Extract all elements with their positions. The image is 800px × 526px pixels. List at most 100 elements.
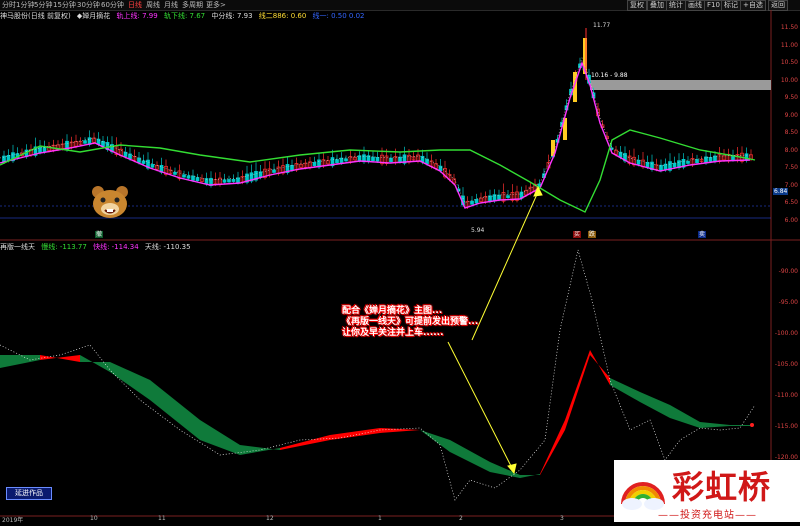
- candle-body: [182, 174, 186, 178]
- candle-body: [173, 171, 177, 175]
- bear-mascot-icon: [92, 186, 128, 218]
- candle-body: [128, 153, 132, 160]
- range-label: 10.16 - 9.88: [591, 72, 628, 79]
- candle-body: [389, 157, 393, 163]
- indicator-y-tick: -105.00: [774, 361, 798, 368]
- indicator-band: [610, 378, 640, 402]
- candle-body: [339, 157, 344, 164]
- rainbow-bridge-logo: 彩虹桥 ——投资充电站——: [614, 460, 800, 522]
- main-y-tick: 10.00: [780, 76, 798, 84]
- signal-marker-2: 买: [573, 231, 582, 238]
- annotation-line-2: 《再版一线天》可提前发出预警...: [342, 317, 479, 327]
- candle-body: [141, 160, 146, 164]
- x-tick: 2: [459, 515, 463, 522]
- candle-body: [474, 198, 479, 204]
- candle-body: [290, 164, 294, 171]
- annotation-line-1: 配合《婵月摘花》主图...: [342, 306, 443, 316]
- current-price-tag: 6.84: [773, 188, 789, 195]
- main-y-tick: 6.50: [784, 199, 798, 206]
- candle-body: [38, 147, 42, 153]
- current-point: [750, 423, 754, 427]
- high-price-label: 11.77: [593, 22, 611, 29]
- x-tick: 11: [158, 515, 166, 522]
- indicator-band: [110, 362, 150, 400]
- main-y-tick: 9.00: [784, 111, 798, 119]
- resistance-band: [590, 80, 771, 90]
- candle-body: [137, 157, 141, 163]
- indicator-band: [150, 380, 200, 440]
- main-y-tick: 8.50: [784, 129, 798, 136]
- candle-body: [272, 169, 276, 173]
- candle-body: [375, 157, 380, 162]
- indicator-band: [0, 355, 40, 368]
- x-tick: 10: [90, 515, 98, 522]
- candle-body: [506, 195, 510, 198]
- x-tick: 1: [378, 515, 382, 522]
- candle-body: [83, 140, 87, 144]
- main-y-tick: 6.00: [784, 216, 798, 224]
- candle-body: [398, 156, 402, 162]
- candle-body: [231, 178, 236, 182]
- indicator-band: [670, 405, 700, 428]
- candle-body: [357, 155, 362, 161]
- indicator-y-tick: -110.00: [774, 392, 798, 399]
- indicator-band: [590, 350, 610, 385]
- indicator-y-tick: -95.00: [778, 299, 798, 306]
- candle-body: [686, 161, 690, 164]
- candle-body: [191, 175, 195, 181]
- logo-title: 彩虹桥: [672, 468, 772, 506]
- x-tick: 2019年: [2, 517, 24, 524]
- indicator-band: [330, 428, 380, 440]
- signal-marker-3: 跌: [588, 231, 597, 238]
- candle-body: [708, 157, 713, 162]
- candle-body: [195, 177, 200, 182]
- indicator-band: [700, 422, 730, 428]
- x-tick: 3: [560, 515, 564, 522]
- main-y-tick: 8.00: [784, 146, 798, 154]
- indicator-band: [380, 428, 420, 433]
- indicator-band: [80, 355, 110, 372]
- dotted-midline: [0, 57, 751, 204]
- indicator-band: [565, 350, 590, 430]
- author-badge[interactable]: 延迸作品: [6, 487, 52, 500]
- x-tick: 12: [266, 515, 274, 522]
- signal-marker-4: 卖: [698, 231, 707, 238]
- candle-body: [222, 179, 227, 183]
- candle-body: [695, 159, 699, 164]
- candle-body: [312, 162, 317, 167]
- indicator-band: [200, 420, 240, 455]
- candle-body: [6, 154, 11, 161]
- candle-body: [636, 159, 641, 165]
- low-price-label: 5.94: [471, 227, 485, 234]
- indicator-band: [450, 440, 490, 472]
- main-y-tick: 9.50: [784, 94, 798, 101]
- indicator-band: [640, 392, 670, 418]
- indicator-band: [540, 420, 565, 475]
- candle-body: [227, 179, 231, 183]
- main-y-tick: 10.50: [780, 59, 798, 66]
- candle-body: [497, 194, 501, 200]
- promo-annotation: 配合《婵月摘花》主图... 《再版一线天》可提前发出预警... 让你及早关注并上…: [342, 306, 478, 339]
- signal-marker-1: 撤: [95, 231, 104, 238]
- indicator-band: [280, 435, 330, 450]
- candle-body: [335, 159, 339, 163]
- candle-body: [672, 162, 677, 168]
- logo-subtitle: ——投资充电站——: [658, 510, 757, 521]
- candle-body: [236, 177, 240, 183]
- indicator-band: [730, 425, 750, 426]
- annotation-line-3: 让你及早关注并上车......: [342, 328, 444, 338]
- main-y-tick: 11.00: [780, 41, 798, 49]
- charts-canvas: [0, 10, 800, 517]
- main-y-tick: 7.50: [784, 164, 798, 171]
- candle-body: [344, 158, 348, 162]
- indicator-band: [40, 355, 80, 362]
- indicator-y-tick: -115.00: [774, 423, 798, 430]
- candle-body: [150, 164, 155, 168]
- candle-body: [470, 200, 474, 205]
- indicator-y-tick: -100.00: [774, 330, 798, 337]
- candle-body: [186, 175, 191, 179]
- indicator-y-tick: -90.00: [778, 268, 798, 275]
- indicator-band: [520, 474, 540, 478]
- candle-body: [371, 156, 375, 162]
- main-y-tick: 11.50: [780, 24, 798, 31]
